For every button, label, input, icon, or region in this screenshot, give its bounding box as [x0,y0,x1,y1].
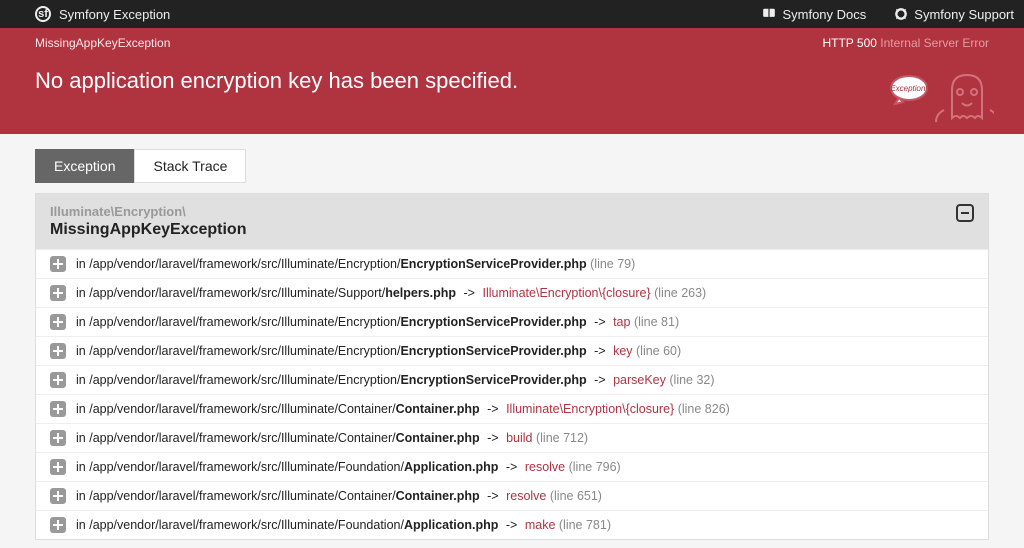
trace-row: in /app/vendor/laravel/framework/src/Ill… [36,423,988,452]
plus-icon [53,288,63,298]
lifebuoy-icon [894,7,908,21]
exception-class: MissingAppKeyException [50,221,246,239]
exception-namespace: Illuminate\Encryption\ [50,204,246,219]
http-status: HTTP 500 Internal Server Error [822,36,989,50]
trace-text: in /app/vendor/laravel/framework/src/Ill… [76,315,679,329]
trace-row: in /app/vendor/laravel/framework/src/Ill… [36,481,988,510]
plus-icon [53,491,63,501]
trace-row: in /app/vendor/laravel/framework/src/Ill… [36,336,988,365]
expand-row-button[interactable] [50,517,66,533]
tab-exception[interactable]: Exception [35,149,134,183]
tab-row: Exception Stack Trace [0,134,1024,183]
trace-row: in /app/vendor/laravel/framework/src/Ill… [36,452,988,481]
error-banner: MissingAppKeyException HTTP 500 Internal… [0,28,1024,134]
exception-message: No application encryption key has been s… [35,68,989,94]
plus-icon [53,404,63,414]
plus-icon [53,259,63,269]
bubble-text: Exception! [890,84,928,93]
exception-box-header: Illuminate\Encryption\ MissingAppKeyExce… [36,194,988,249]
support-link[interactable]: Symfony Support [894,7,1014,22]
trace-row: in /app/vendor/laravel/framework/src/Ill… [36,278,988,307]
trace-text: in /app/vendor/laravel/framework/src/Ill… [76,344,681,358]
support-link-label: Symfony Support [914,7,1014,22]
expand-row-button[interactable] [50,285,66,301]
expand-row-button[interactable] [50,314,66,330]
expand-row-button[interactable] [50,430,66,446]
expand-row-button[interactable] [50,401,66,417]
docs-link[interactable]: Symfony Docs [762,7,866,22]
expand-row-button[interactable] [50,488,66,504]
trace-row: in /app/vendor/laravel/framework/src/Ill… [36,510,988,539]
exception-class-label: MissingAppKeyException [35,36,170,50]
http-code: HTTP 500 [822,36,876,50]
trace-row: in /app/vendor/laravel/framework/src/Ill… [36,394,988,423]
expand-row-button[interactable] [50,459,66,475]
trace-text: in /app/vendor/laravel/framework/src/Ill… [76,431,588,445]
trace-text: in /app/vendor/laravel/framework/src/Ill… [76,286,706,300]
trace-text: in /app/vendor/laravel/framework/src/Ill… [76,489,602,503]
plus-icon [53,375,63,385]
topbar-title: Symfony Exception [59,7,170,22]
exception-box: Illuminate\Encryption\ MissingAppKeyExce… [35,193,989,540]
collapse-button[interactable] [956,204,974,222]
trace-row: in /app/vendor/laravel/framework/src/Ill… [36,249,988,278]
docs-link-label: Symfony Docs [782,7,866,22]
plus-icon [53,433,63,443]
expand-row-button[interactable] [50,372,66,388]
plus-icon [53,462,63,472]
trace-text: in /app/vendor/laravel/framework/src/Ill… [76,373,715,387]
book-icon [762,7,776,21]
ghost-illustration-icon: Exception! [884,70,994,140]
http-text: Internal Server Error [880,36,989,50]
trace-text: in /app/vendor/laravel/framework/src/Ill… [76,402,730,416]
plus-icon [53,346,63,356]
trace-text: in /app/vendor/laravel/framework/src/Ill… [76,460,621,474]
trace-text: in /app/vendor/laravel/framework/src/Ill… [76,518,611,532]
tab-stack-trace[interactable]: Stack Trace [134,149,246,183]
trace-row: in /app/vendor/laravel/framework/src/Ill… [36,307,988,336]
expand-row-button[interactable] [50,343,66,359]
trace-row: in /app/vendor/laravel/framework/src/Ill… [36,365,988,394]
plus-icon [53,520,63,530]
plus-icon [53,317,63,327]
symfony-logo-icon: sf [35,6,51,22]
topbar: sf Symfony Exception Symfony Docs Symfon… [0,0,1024,28]
expand-row-button[interactable] [50,256,66,272]
trace-text: in /app/vendor/laravel/framework/src/Ill… [76,257,635,271]
